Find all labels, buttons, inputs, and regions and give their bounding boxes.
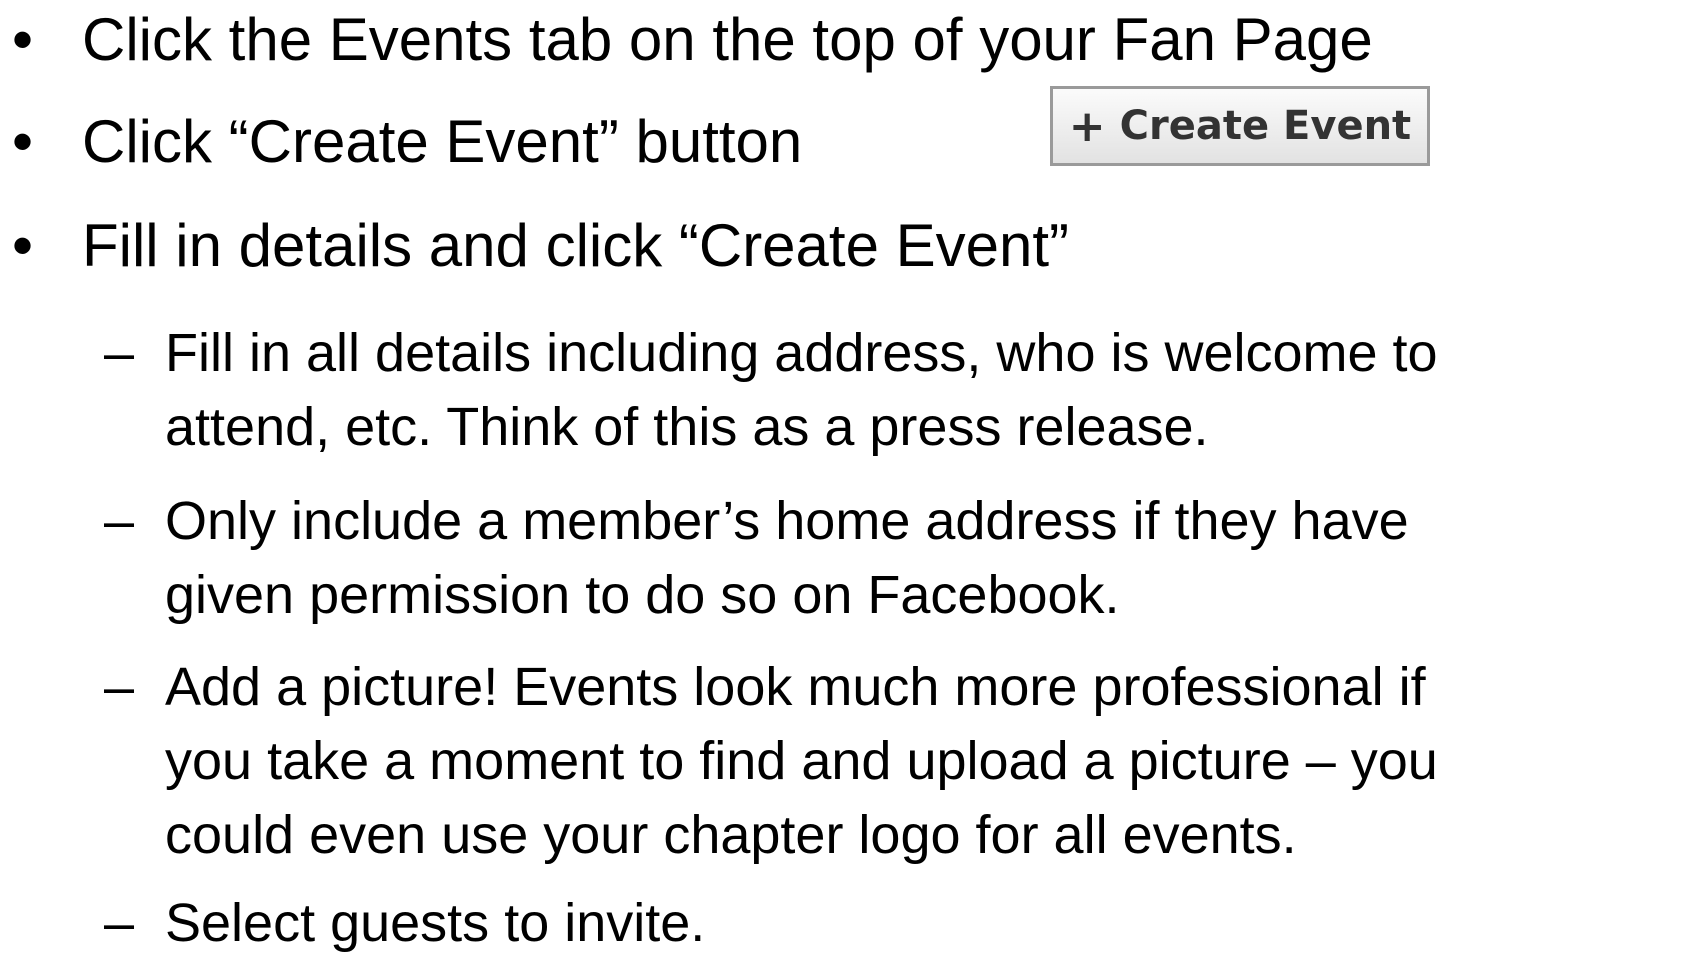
bullet-text: Click “Create Event” button bbox=[82, 108, 803, 175]
bullet-marker: • bbox=[12, 212, 34, 279]
sub-bullet-line: Only include a member’s home address if … bbox=[165, 491, 1409, 551]
plus-icon: + bbox=[1068, 100, 1106, 152]
sub-bullet-marker: – bbox=[104, 893, 135, 953]
sub-bullet-marker: – bbox=[104, 323, 135, 383]
sub-bullet-line: you take a moment to find and upload a p… bbox=[165, 731, 1438, 791]
bullet-text: Click the Events tab on the top of your … bbox=[82, 6, 1373, 73]
slide: • Click the Events tab on the top of you… bbox=[0, 0, 1690, 954]
sub-bullet-line: attend, etc. Think of this as a press re… bbox=[165, 397, 1209, 457]
sub-bullet-line: Fill in all details including address, w… bbox=[165, 323, 1438, 383]
bullet-text: Fill in details and click “Create Event” bbox=[82, 212, 1070, 279]
bullet-marker: • bbox=[12, 6, 34, 73]
sub-bullet-line: could even use your chapter logo for all… bbox=[165, 805, 1297, 865]
sub-bullet-line: Select guests to invite. bbox=[165, 893, 706, 953]
sub-bullet-marker: – bbox=[104, 657, 135, 717]
sub-bullet-line: Add a picture! Events look much more pro… bbox=[165, 657, 1426, 717]
bullet-marker: • bbox=[12, 108, 34, 175]
create-event-button[interactable]: + Create Event bbox=[1050, 86, 1430, 166]
sub-bullet-marker: – bbox=[104, 491, 135, 551]
create-event-button-label: Create Event bbox=[1119, 103, 1412, 149]
sub-bullet-line: given permission to do so on Facebook. bbox=[165, 565, 1120, 625]
